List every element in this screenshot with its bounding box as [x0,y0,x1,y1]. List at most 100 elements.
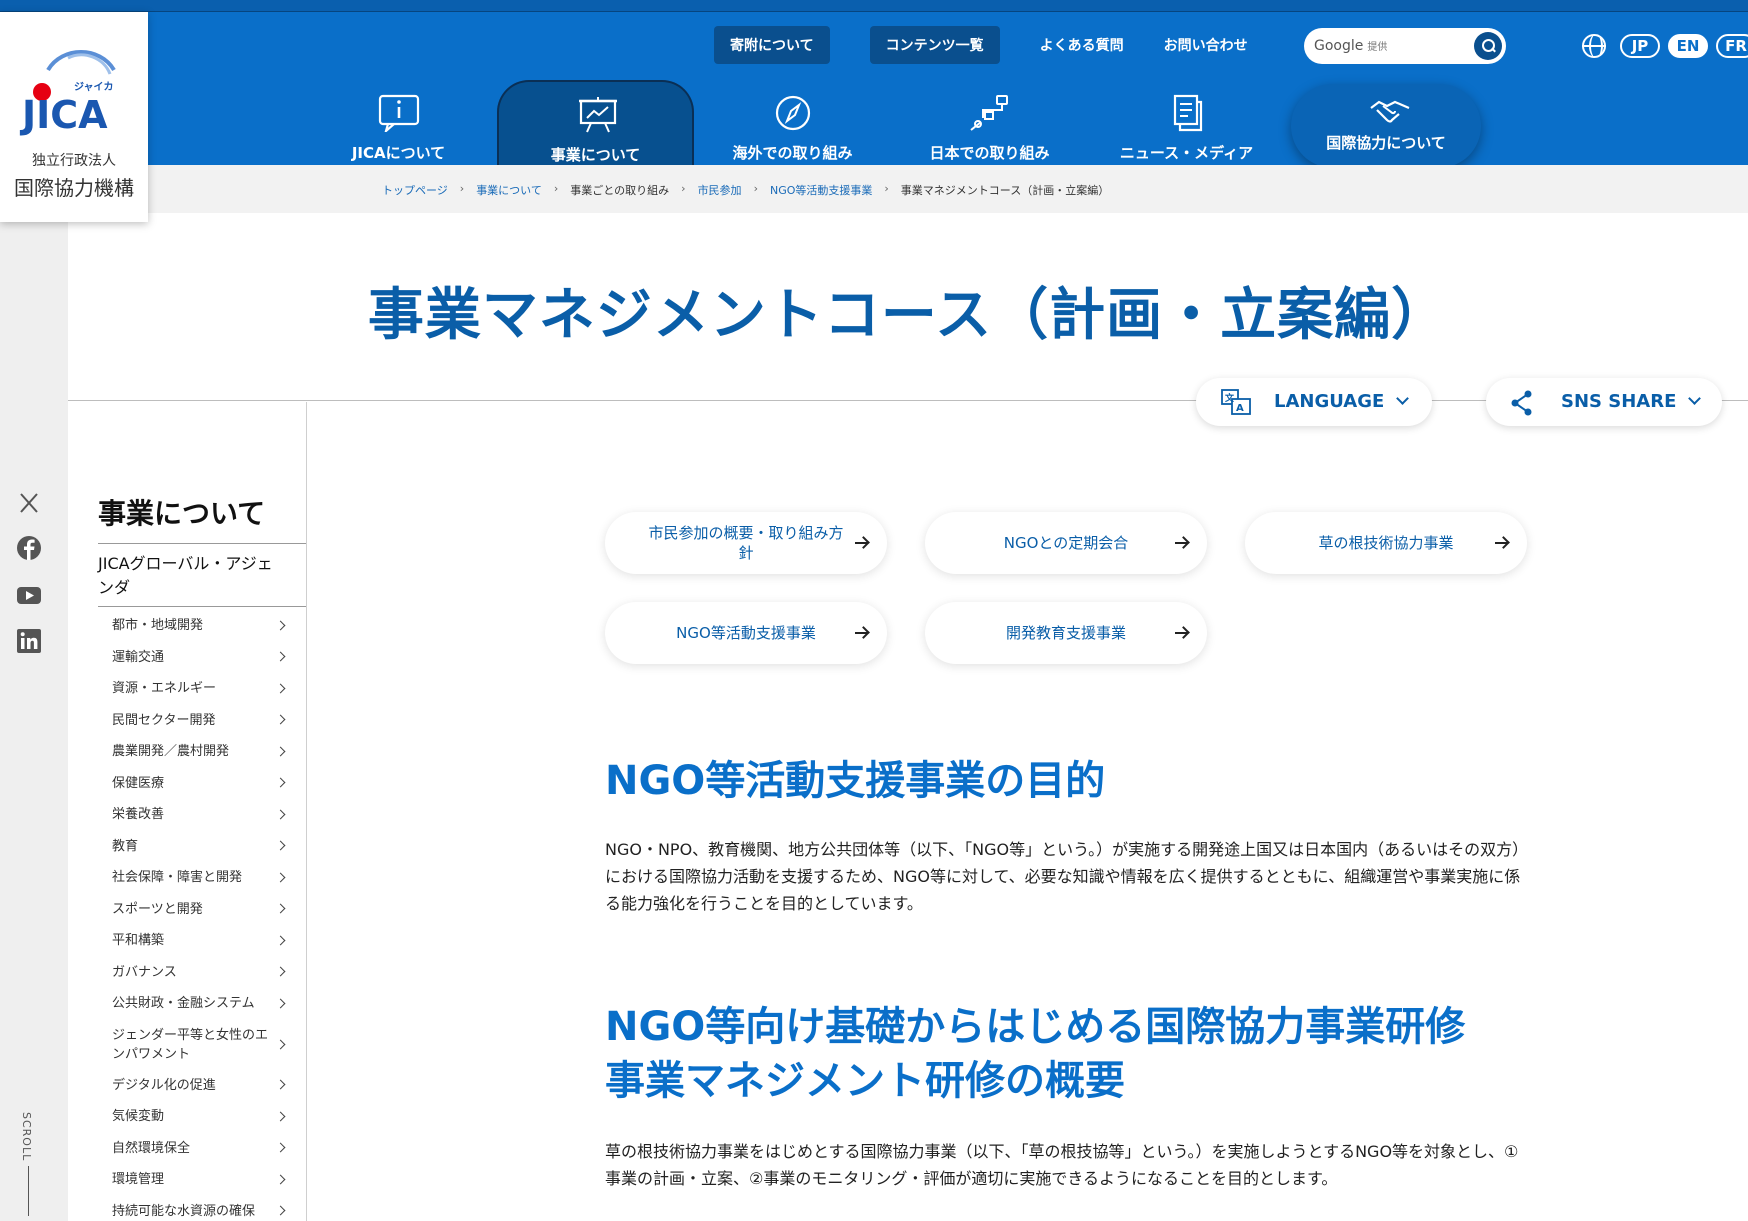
nav-international-cooperation[interactable]: 国際協力について [1291,84,1481,168]
breadcrumb: トップページ › 事業について › 事業ごとの取り組み › 市民参加 › NGO等活動支… [0,165,1748,213]
sidebar-item[interactable]: 環境管理 [98,1164,306,1196]
sidebar-item[interactable]: 農業開発／農村開発 [98,736,306,768]
svg-text:A: A [1236,403,1244,414]
sidebar-item[interactable]: デジタル化の促進 [98,1070,306,1102]
presentation-icon [579,97,617,133]
sidebar-item[interactable]: 公共財政・金融システム [98,988,306,1020]
breadcrumb-separator: › [681,182,686,195]
lang-en[interactable]: EN [1668,34,1708,58]
sidebar-item[interactable]: 都市・地域開発 [98,610,306,642]
globe-icon [1582,34,1606,58]
main-nav: JICAについて 事業について 海外での取り組み 日本での取り組み ニュース・メ… [300,80,1481,177]
sidebar-section-global-agenda[interactable]: JICAグローバル・アジェンダ [98,552,288,600]
faq-link[interactable]: よくある質問 [1020,26,1144,64]
link-card-label: NGOとの定期会合 [1003,534,1129,552]
org-name: 国際協力機構 [14,176,134,200]
svg-text:JICA: JICA [19,93,108,136]
sns-share-button[interactable]: SNS SHARE [1486,378,1722,426]
breadcrumb-ngo-support[interactable]: NGO等活動支援事業 [770,182,872,198]
breadcrumb-top[interactable]: トップページ [382,182,448,198]
social-rail [0,222,68,1221]
contact-link[interactable]: お問い合わせ [1144,26,1268,64]
link-card-grassroots[interactable]: 草の根技術協力事業 [1245,512,1527,574]
linkedin-icon[interactable] [16,628,42,654]
sidebar-item[interactable]: 栄養改善 [98,799,306,831]
search-input[interactable]: Google 提供 [1304,28,1506,64]
sidebar-divider [98,543,306,544]
sidebar-item[interactable]: 気候変動 [98,1101,306,1133]
sidebar-list: 都市・地域開発 運輸交通 資源・エネルギー 民間セクター開発 農業開発／農村開発… [98,610,306,1221]
compass-icon [775,95,811,131]
route-icon [970,95,1008,131]
sidebar-item[interactable]: 社会保障・障害と開発 [98,862,306,894]
sidebar-item[interactable]: 教育 [98,831,306,863]
sns-share-label: SNS SHARE [1561,391,1677,412]
nav-overseas[interactable]: 海外での取り組み [694,80,891,177]
nav-domestic[interactable]: 日本での取り組み [891,80,1088,177]
sidebar-item[interactable]: スポーツと開発 [98,894,306,926]
arrow-right-icon [1175,542,1187,544]
breadcrumb-separator: › [459,182,465,195]
sidebar-item[interactable]: 資源・エネルギー [98,673,306,705]
lang-fr[interactable]: FR [1716,34,1748,58]
jica-logo-mark: JICA ジャイカ [19,50,116,136]
sidebar-item[interactable]: 運輸交通 [98,642,306,674]
breadcrumb-current: 事業マネジメントコース（計画・立案編） [900,184,1110,197]
link-card-dev-education[interactable]: 開発教育支援事業 [925,602,1207,664]
sidebar-item[interactable]: 民間セクター開発 [98,705,306,737]
nav-label: 事業について [550,146,641,164]
sidebar-item[interactable]: ジェンダー平等と女性のエンパワメント [98,1020,306,1070]
link-card-label: NGO等活動支援事業 [676,624,816,642]
youtube-icon[interactable] [16,582,42,608]
breadcrumb-separator: › [553,182,559,195]
nav-label: JICAについて [351,144,446,162]
donation-link[interactable]: 寄附について [714,26,830,64]
arrow-right-icon [1175,632,1187,634]
nav-business[interactable]: 事業について [497,80,694,177]
search-icon[interactable] [1474,32,1502,60]
breadcrumb-initiatives: 事業ごとの取り組み [570,184,670,197]
page: 寄附について コンテンツ一覧 よくある質問 お問い合わせ Google 提供 JP… [0,0,1748,1221]
sidebar-item[interactable]: 自然環境保全 [98,1133,306,1165]
lang-jp[interactable]: JP [1620,34,1660,58]
breadcrumb-business[interactable]: 事業について [476,182,542,198]
svg-text:文: 文 [1224,392,1235,404]
arrow-right-icon [1495,542,1507,544]
share-icon [1511,390,1532,416]
page-title: 事業マネジメントコース（計画・立案編） [367,283,1449,348]
nav-news-media[interactable]: ニュース・メディア [1088,80,1285,177]
translate-icon: 文A [1221,389,1251,415]
jica-logo[interactable]: JICA ジャイカ 独立行政法人 国際協力機構 [0,12,148,222]
sidebar-item[interactable]: 持続可能な水資源の確保 [98,1196,306,1221]
search-provider: Google 提供 [1314,38,1388,54]
link-card-label: 開発教育支援事業 [1005,624,1126,642]
nav-label: 日本での取り組み [929,144,1050,162]
link-card-ngo-meetings[interactable]: NGOとの定期会合 [925,512,1207,574]
language-button[interactable]: 文A LANGUAGE [1196,378,1432,426]
nav-label: 国際協力について [1326,134,1446,152]
sidebar-item[interactable]: ガバナンス [98,957,306,989]
breadcrumb-separator: › [884,182,889,195]
sidebar-heading: 事業について [98,497,266,530]
x-icon[interactable] [16,490,42,516]
chevron-down-icon [1396,392,1409,405]
section-body-training: 草の根技術協力事業をはじめとする国際協力事業（以下、「草の根技協等」という。）を… [605,1142,1519,1188]
sidebar-item[interactable]: 保健医療 [98,768,306,800]
section-heading-training-line2: 事業マネジメント研修の概要 [605,1058,1125,1104]
contents-link[interactable]: コンテンツ一覧 [869,26,1000,64]
breadcrumb-citizen[interactable]: 市民参加 [698,182,742,198]
nav-about-jica[interactable]: JICAについて [300,80,497,177]
sidebar-item[interactable]: 平和構築 [98,925,306,957]
link-card-citizen-overview[interactable]: 市民参加の概要・取り組み方針 [605,512,887,574]
link-card-label: 草の根技術協力事業 [1318,534,1454,552]
nav-label: ニュース・メディア [1119,144,1254,162]
chevron-down-icon [1688,392,1701,405]
nav-label: 海外での取り組み [732,144,853,162]
svg-text:ジャイカ: ジャイカ [74,81,114,93]
link-card-ngo-support[interactable]: NGO等活動支援事業 [605,602,887,664]
breadcrumb-separator: › [753,182,758,195]
sidebar-divider [306,402,307,1221]
link-card-label: 市民参加の概要・取り組み方針 [648,524,844,562]
scroll-line [28,1166,29,1216]
facebook-icon[interactable] [16,535,42,561]
